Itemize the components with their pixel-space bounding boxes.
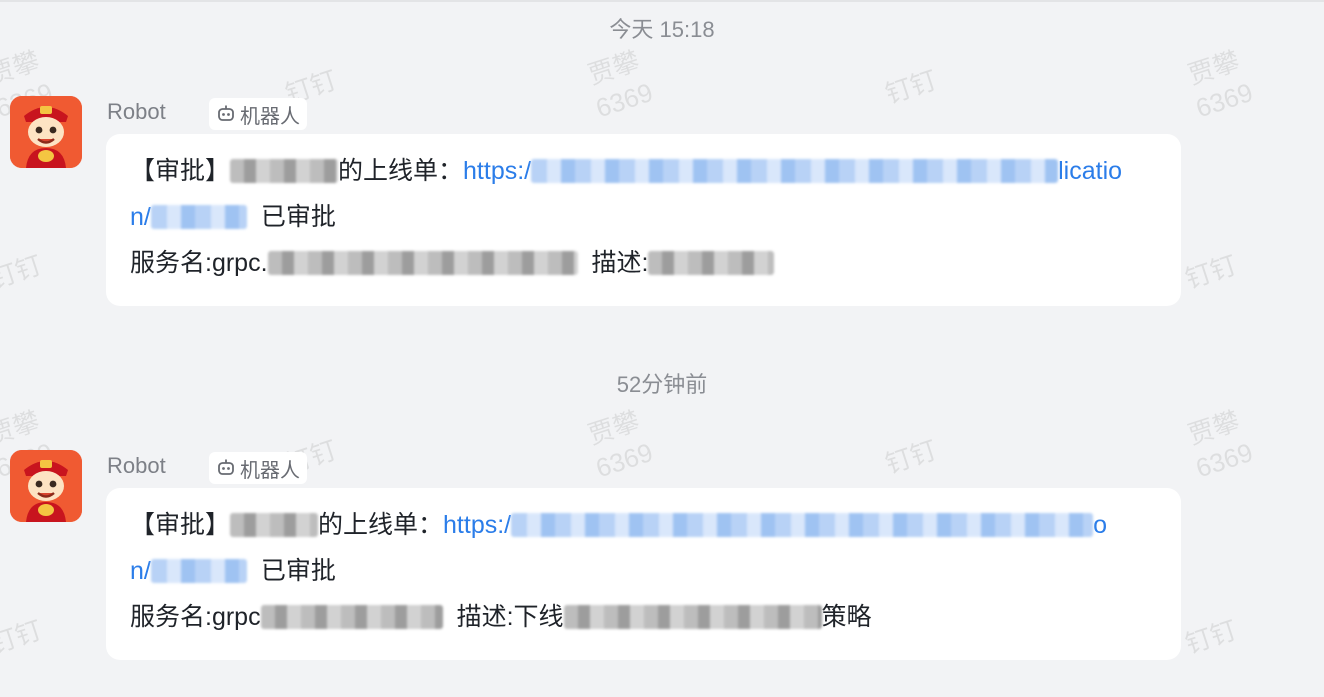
message-bubble[interactable]: 【审批】 的上线单： https:/ o n/ 已审批 服务名:grpc 描述:… xyxy=(106,488,1181,660)
watermark: 贾攀6369 xyxy=(584,45,657,124)
service-label: 服务名:grpc. xyxy=(130,249,268,277)
timestamp-divider: 52分钟前 xyxy=(616,372,708,397)
watermark: 钉钉 xyxy=(0,249,46,295)
watermark: 钉钉 xyxy=(0,614,46,660)
sender-name[interactable]: Robot xyxy=(107,99,166,125)
watermark: 贾攀6369 xyxy=(1184,45,1257,124)
robot-icon xyxy=(218,459,234,475)
redacted-url xyxy=(511,513,1094,537)
approval-suffix: 的上线单： xyxy=(318,511,444,539)
application-link[interactable]: https:/ o xyxy=(443,502,1107,548)
approval-suffix: 的上线单： xyxy=(338,157,464,185)
approved-status: 已审批 xyxy=(260,557,336,585)
redacted-description xyxy=(648,251,775,275)
avatar[interactable] xyxy=(10,450,82,522)
cartoon-god-of-wealth-avatar xyxy=(10,450,82,522)
watermark: 钉钉 xyxy=(881,434,941,480)
bot-tag-label: 机器人 xyxy=(240,105,300,128)
description-label: 描述: xyxy=(591,249,649,277)
top-divider xyxy=(0,0,1324,2)
cartoon-god-of-wealth-avatar xyxy=(10,96,82,168)
redacted-url xyxy=(531,159,1059,183)
approval-prefix: 【审批】 xyxy=(130,511,231,539)
description-tail: 策略 xyxy=(821,603,872,631)
redacted-url xyxy=(150,205,247,229)
approved-status: 已审批 xyxy=(260,203,336,231)
sender-name[interactable]: Robot xyxy=(107,453,166,479)
avatar[interactable] xyxy=(10,96,82,168)
application-link[interactable]: https:/ licatio xyxy=(463,148,1122,194)
bot-tag-label: 机器人 xyxy=(240,459,300,482)
timestamp-divider: 今天 15:18 xyxy=(609,17,715,42)
redacted-description xyxy=(563,605,822,629)
redacted-url xyxy=(150,559,247,583)
application-link-continued[interactable]: n/ xyxy=(130,548,247,594)
redacted-service xyxy=(260,605,443,629)
redacted-name xyxy=(230,159,339,183)
watermark: 钉钉 xyxy=(881,64,941,110)
robot-icon xyxy=(218,105,234,121)
bot-tag: 机器人 xyxy=(209,98,307,130)
watermark: 贾攀6369 xyxy=(1184,405,1257,484)
service-label: 服务名:grpc xyxy=(130,603,261,631)
bot-tag: 机器人 xyxy=(209,452,307,484)
application-link-continued[interactable]: n/ xyxy=(130,194,247,240)
approval-prefix: 【审批】 xyxy=(130,157,231,185)
redacted-name xyxy=(230,513,319,537)
approval-title-line: 【审批】 的上线单： https:/ licatio xyxy=(130,148,1157,194)
watermark: 钉钉 xyxy=(1181,249,1241,295)
service-line: 服务名:grpc 描述:下线 策略 xyxy=(130,594,1157,640)
description-label: 描述:下线 xyxy=(456,603,564,631)
watermark: 钉钉 xyxy=(1181,614,1241,660)
approval-title-line: 【审批】 的上线单： https:/ o xyxy=(130,502,1157,548)
approval-status-line: n/ 已审批 xyxy=(130,548,1157,594)
message-bubble[interactable]: 【审批】 的上线单： https:/ licatio n/ 已审批 服务名:gr… xyxy=(106,134,1181,306)
redacted-service xyxy=(267,251,578,275)
approval-status-line: n/ 已审批 xyxy=(130,194,1157,240)
service-line: 服务名:grpc. 描述: xyxy=(130,240,1157,286)
watermark: 贾攀6369 xyxy=(584,405,657,484)
